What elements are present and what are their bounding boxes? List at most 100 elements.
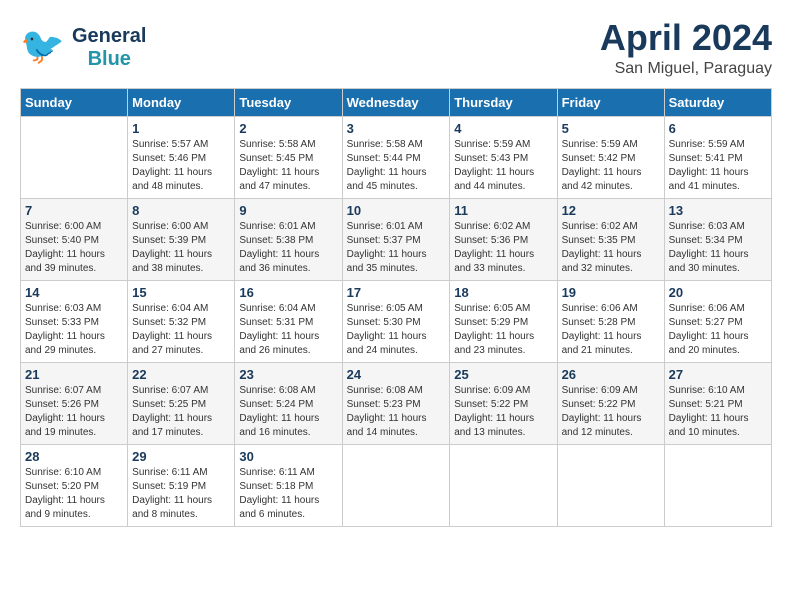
calendar-cell [557, 445, 664, 527]
day-number: 14 [25, 285, 123, 300]
day-number: 30 [239, 449, 337, 464]
calendar-cell: 21 Sunrise: 6:07 AM Sunset: 5:26 PM Dayli… [21, 363, 128, 445]
weekday-header-sunday: Sunday [21, 89, 128, 117]
weekday-header-saturday: Saturday [664, 89, 771, 117]
day-number: 4 [454, 121, 552, 136]
weekday-header-monday: Monday [128, 89, 235, 117]
day-info: Sunrise: 6:00 AM Sunset: 5:40 PM Dayligh… [25, 220, 123, 276]
day-info: Sunrise: 6:04 AM Sunset: 5:32 PM Dayligh… [132, 302, 230, 358]
calendar-cell: 29Sunrise: 6:11 AM Sunset: 5:19 PM Dayli… [128, 445, 235, 527]
calendar-cell [21, 117, 128, 199]
logo-general-text: General [72, 25, 146, 48]
calendar-cell: 23Sunrise: 6:08 AM Sunset: 5:24 PM Dayli… [235, 363, 342, 445]
calendar-cell: 16Sunrise: 6:04 AM Sunset: 5:31 PM Dayli… [235, 281, 342, 363]
calendar-cell [342, 445, 450, 527]
day-number: 19 [562, 285, 660, 300]
calendar-cell: 14 Sunrise: 6:03 AM Sunset: 5:33 PM Dayli… [21, 281, 128, 363]
day-info: Sunrise: 6:07 AM Sunset: 5:25 PM Dayligh… [132, 384, 230, 440]
day-number: 26 [562, 367, 660, 382]
calendar-cell: 12 Sunrise: 6:02 AM Sunset: 5:35 PM Dayli… [557, 199, 664, 281]
day-number: 10 [347, 203, 446, 218]
calendar-cell: 9 Sunrise: 6:01 AM Sunset: 5:38 PM Daylig… [235, 199, 342, 281]
weekday-header-thursday: Thursday [450, 89, 557, 117]
day-number: 18 [454, 285, 552, 300]
day-number: 5 [562, 121, 660, 136]
day-number: 3 [347, 121, 446, 136]
calendar-cell: 24 Sunrise: 6:08 AM Sunset: 5:23 PM Dayli… [342, 363, 450, 445]
day-info: Sunrise: 6:11 AM Sunset: 5:18 PM Dayligh… [239, 466, 337, 522]
day-info: Sunrise: 6:00 AM Sunset: 5:39 PM Dayligh… [132, 220, 230, 276]
calendar-cell: 8 Sunrise: 6:00 AM Sunset: 5:39 PM Daylig… [128, 199, 235, 281]
calendar-cell: 13 Sunrise: 6:03 AM Sunset: 5:34 PM Dayli… [664, 199, 771, 281]
calendar-cell: 7 Sunrise: 6:00 AM Sunset: 5:40 PM Daylig… [21, 199, 128, 281]
day-number: 1 [132, 121, 230, 136]
calendar-cell: 17 Sunrise: 6:05 AM Sunset: 5:30 PM Dayli… [342, 281, 450, 363]
month-title: April 2024 [600, 20, 772, 56]
day-info: Sunrise: 6:06 AM Sunset: 5:28 PM Dayligh… [562, 302, 660, 358]
weekday-header-friday: Friday [557, 89, 664, 117]
day-info: Sunrise: 6:03 AM Sunset: 5:34 PM Dayligh… [669, 220, 767, 276]
weekday-header-row: SundayMondayTuesdayWednesdayThursdayFrid… [21, 89, 772, 117]
day-number: 28 [25, 449, 123, 464]
day-number: 15 [132, 285, 230, 300]
day-info: Sunrise: 6:01 AM Sunset: 5:37 PM Dayligh… [347, 220, 446, 276]
day-info: Sunrise: 6:01 AM Sunset: 5:38 PM Dayligh… [239, 220, 337, 276]
page-header: 🐦 General Blue April 2024 San Miguel, Pa… [20, 20, 772, 78]
day-info: Sunrise: 6:09 AM Sunset: 5:22 PM Dayligh… [454, 384, 552, 440]
logo-bird-icon: 🐦 [20, 20, 70, 75]
day-info: Sunrise: 6:09 AM Sunset: 5:22 PM Dayligh… [562, 384, 660, 440]
calendar-cell: 5Sunrise: 5:59 AM Sunset: 5:42 PM Daylig… [557, 117, 664, 199]
day-number: 25 [454, 367, 552, 382]
day-info: Sunrise: 6:10 AM Sunset: 5:20 PM Dayligh… [25, 466, 123, 522]
day-info: Sunrise: 6:05 AM Sunset: 5:30 PM Dayligh… [347, 302, 446, 358]
day-number: 24 [347, 367, 446, 382]
calendar-cell [664, 445, 771, 527]
svg-text:🐦: 🐦 [20, 25, 65, 66]
day-info: Sunrise: 5:58 AM Sunset: 5:45 PM Dayligh… [239, 138, 337, 194]
calendar-cell: 2 Sunrise: 5:58 AM Sunset: 5:45 PM Daylig… [235, 117, 342, 199]
calendar-cell: 6 Sunrise: 5:59 AM Sunset: 5:41 PM Daylig… [664, 117, 771, 199]
day-info: Sunrise: 6:08 AM Sunset: 5:23 PM Dayligh… [347, 384, 446, 440]
calendar-cell: 26 Sunrise: 6:09 AM Sunset: 5:22 PM Dayli… [557, 363, 664, 445]
day-info: Sunrise: 6:07 AM Sunset: 5:26 PM Dayligh… [25, 384, 123, 440]
calendar-cell: 22Sunrise: 6:07 AM Sunset: 5:25 PM Dayli… [128, 363, 235, 445]
day-info: Sunrise: 5:58 AM Sunset: 5:44 PM Dayligh… [347, 138, 446, 194]
weekday-header-tuesday: Tuesday [235, 89, 342, 117]
day-number: 12 [562, 203, 660, 218]
calendar-cell: 4Sunrise: 5:59 AM Sunset: 5:43 PM Daylig… [450, 117, 557, 199]
location-subtitle: San Miguel, Paraguay [600, 60, 772, 78]
calendar-week-row: 28 Sunrise: 6:10 AM Sunset: 5:20 PM Dayli… [21, 445, 772, 527]
calendar-table: SundayMondayTuesdayWednesdayThursdayFrid… [20, 88, 772, 527]
calendar-cell: 10 Sunrise: 6:01 AM Sunset: 5:37 PM Dayli… [342, 199, 450, 281]
day-info: Sunrise: 6:04 AM Sunset: 5:31 PM Dayligh… [239, 302, 337, 358]
day-number: 6 [669, 121, 767, 136]
day-info: Sunrise: 5:57 AM Sunset: 5:46 PM Dayligh… [132, 138, 230, 194]
day-number: 2 [239, 121, 337, 136]
day-info: Sunrise: 6:05 AM Sunset: 5:29 PM Dayligh… [454, 302, 552, 358]
day-number: 27 [669, 367, 767, 382]
day-number: 13 [669, 203, 767, 218]
calendar-cell: 11Sunrise: 6:02 AM Sunset: 5:36 PM Dayli… [450, 199, 557, 281]
logo-blue-text: Blue [88, 48, 131, 71]
day-number: 8 [132, 203, 230, 218]
calendar-cell: 20Sunrise: 6:06 AM Sunset: 5:27 PM Dayli… [664, 281, 771, 363]
day-number: 17 [347, 285, 446, 300]
calendar-cell: 3 Sunrise: 5:58 AM Sunset: 5:44 PM Daylig… [342, 117, 450, 199]
calendar-cell: 19 Sunrise: 6:06 AM Sunset: 5:28 PM Dayli… [557, 281, 664, 363]
calendar-cell [450, 445, 557, 527]
day-number: 23 [239, 367, 337, 382]
day-number: 20 [669, 285, 767, 300]
day-info: Sunrise: 6:03 AM Sunset: 5:33 PM Dayligh… [25, 302, 123, 358]
day-info: Sunrise: 6:02 AM Sunset: 5:36 PM Dayligh… [454, 220, 552, 276]
calendar-cell: 1 Sunrise: 5:57 AM Sunset: 5:46 PM Daylig… [128, 117, 235, 199]
day-info: Sunrise: 6:02 AM Sunset: 5:35 PM Dayligh… [562, 220, 660, 276]
day-info: Sunrise: 6:11 AM Sunset: 5:19 PM Dayligh… [132, 466, 230, 522]
day-number: 7 [25, 203, 123, 218]
day-number: 21 [25, 367, 123, 382]
day-number: 9 [239, 203, 337, 218]
day-info: Sunrise: 5:59 AM Sunset: 5:41 PM Dayligh… [669, 138, 767, 194]
calendar-week-row: 1 Sunrise: 5:57 AM Sunset: 5:46 PM Daylig… [21, 117, 772, 199]
day-info: Sunrise: 6:10 AM Sunset: 5:21 PM Dayligh… [669, 384, 767, 440]
calendar-cell: 18 Sunrise: 6:05 AM Sunset: 5:29 PM Dayli… [450, 281, 557, 363]
calendar-cell: 27 Sunrise: 6:10 AM Sunset: 5:21 PM Dayli… [664, 363, 771, 445]
